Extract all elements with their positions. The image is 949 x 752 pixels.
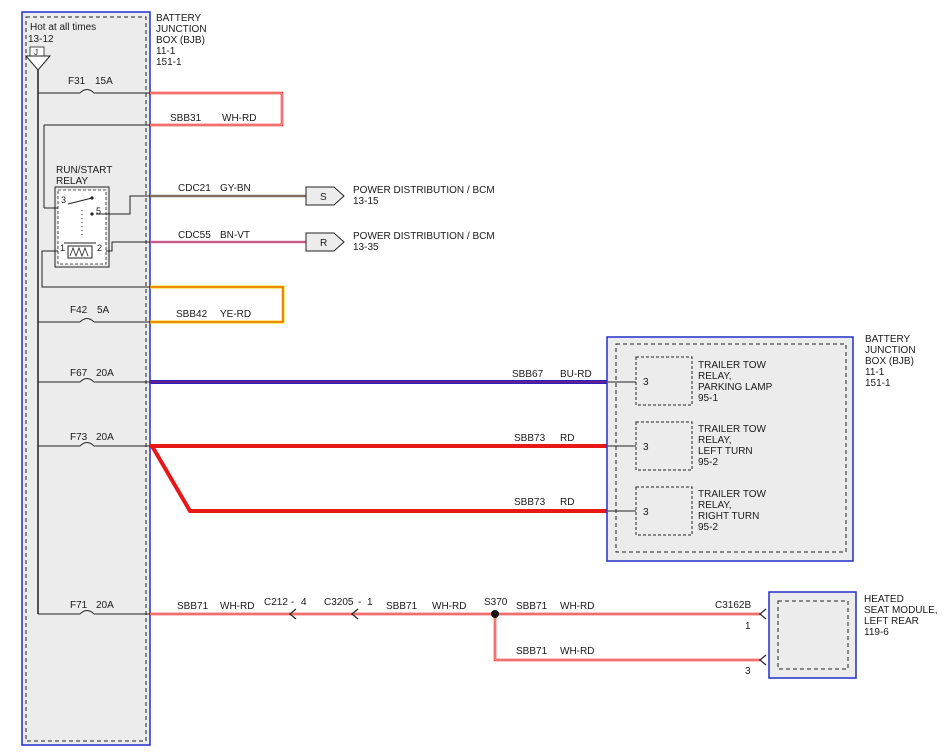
trailer-relay-right-pin: 3 xyxy=(643,507,649,518)
left-title-line: BATTERY xyxy=(156,13,202,24)
connector-c212-dash: - xyxy=(291,597,294,608)
connector-pin-3: 3 xyxy=(745,666,751,677)
wire-sbb73b-color: RD xyxy=(560,497,574,508)
fuse-f42-id: F42 xyxy=(70,305,88,316)
wire-sbb71d-circuit: SBB71 xyxy=(516,646,548,657)
trailer-relay-parking-line: PARKING LAMP xyxy=(698,382,773,393)
fuse-f71-rating: 20A xyxy=(96,600,114,611)
relay-title-line: RUN/START xyxy=(56,165,112,176)
relay-title-line: RELAY xyxy=(56,176,88,187)
trailer-relay-right-line: RIGHT TURN xyxy=(698,511,759,522)
wire-sbb73b-circuit: SBB73 xyxy=(514,497,546,508)
fuse-f67-rating: 20A xyxy=(96,368,114,379)
connector-pin-1: 1 xyxy=(745,621,751,632)
heated-seat-line: LEFT REAR xyxy=(864,616,919,627)
wire-sbb42 xyxy=(150,285,285,324)
connector-c3205-pin: 1 xyxy=(367,597,373,608)
wire-sbb42-color: YE-RD xyxy=(220,309,251,320)
trailer-relay-right-line: TRAILER TOW xyxy=(698,489,767,500)
wire-sbb31-circuit: SBB31 xyxy=(170,113,202,124)
connector-c3205-dash: - xyxy=(358,597,361,608)
trailer-relay-left-line: RELAY, xyxy=(698,435,732,446)
trailer-relay-parking-line: TRAILER TOW xyxy=(698,360,767,371)
connector-c3162b-pin1-chevron xyxy=(759,608,767,620)
wire-sbb31-color: WH-RD xyxy=(222,113,256,124)
fuse-f73-id: F73 xyxy=(70,432,88,443)
destination-r-line2: 13-35 xyxy=(353,242,379,253)
splice-s370 xyxy=(491,610,499,618)
wire-sbb67-color: BU-RD xyxy=(560,369,592,380)
left-bjb-title: BATTERY JUNCTION BOX (BJB) 11-1 151-1 xyxy=(156,13,207,68)
wire-sbb71c-color: WH-RD xyxy=(560,601,594,612)
trailer-relay-left-line: LEFT TURN xyxy=(698,446,753,457)
fuse-f67-id: F67 xyxy=(70,368,88,379)
left-title-line: JUNCTION xyxy=(156,24,207,35)
right-bjb-title: BATTERY JUNCTION BOX (BJB) 11-1 151-1 xyxy=(865,334,916,389)
fuse-f73-rating: 20A xyxy=(96,432,114,443)
wire-cdc21-color: GY-BN xyxy=(220,183,251,194)
heated-seat-module-inner xyxy=(777,600,849,670)
right-title-line: 151-1 xyxy=(865,378,891,389)
connector-c212-pin: 4 xyxy=(301,597,307,608)
destination-s-line1: POWER DISTRIBUTION / BCM xyxy=(353,185,495,196)
connector-c3162b-label: C3162B xyxy=(715,600,751,611)
hot-label: Hot at all times xyxy=(30,22,96,33)
wire-sbb71d-color: WH-RD xyxy=(560,646,594,657)
trailer-relay-parking-pin: 3 xyxy=(643,377,649,388)
wire-cdc55-circuit: CDC55 xyxy=(178,230,211,241)
trailer-relay-left-line: 95-2 xyxy=(698,457,718,468)
connector-s-letter: S xyxy=(320,192,327,203)
connector-c3162b-pin3-chevron xyxy=(759,654,767,666)
fuse-f71-id: F71 xyxy=(70,600,88,611)
heated-seat-line: SEAT MODULE, xyxy=(864,605,938,616)
wire-sbb42-circuit: SBB42 xyxy=(176,309,208,320)
heated-seat-line: HEATED xyxy=(864,594,904,605)
trailer-relay-parking-line: RELAY, xyxy=(698,371,732,382)
connector-c212-label: C212 xyxy=(264,597,288,608)
relay-pin-3: 3 xyxy=(61,195,66,205)
destination-s-line2: 13-15 xyxy=(353,196,379,207)
fuse-f31-rating: 15A xyxy=(95,76,113,87)
hot-ref: 13-12 xyxy=(28,34,54,45)
destination-r-line1: POWER DISTRIBUTION / BCM xyxy=(353,231,495,242)
connector-r-letter: R xyxy=(320,238,327,249)
wire-cdc55-color: BN-VT xyxy=(220,230,250,241)
right-title-line: BOX (BJB) xyxy=(865,356,914,367)
right-title-line: BATTERY xyxy=(865,334,911,345)
wire-cdc21-circuit: CDC21 xyxy=(178,183,211,194)
left-title-line: 11-1 xyxy=(156,46,176,57)
wire-sbb71b-color: WH-RD xyxy=(432,601,466,612)
splice-s370-label: S370 xyxy=(484,597,508,608)
wire-sbb71a-color: WH-RD xyxy=(220,601,254,612)
right-title-line: 11-1 xyxy=(865,367,885,378)
wire-sbb73a-color: RD xyxy=(560,433,574,444)
trailer-relay-left-line: TRAILER TOW xyxy=(698,424,767,435)
wire-sbb71a-circuit: SBB71 xyxy=(177,601,209,612)
wiring-diagram: Hot at all times 13-12 J BATTERY JUNCTIO… xyxy=(21,11,938,746)
wire-sbb73a-circuit: SBB73 xyxy=(514,433,546,444)
relay-pin-2: 2 xyxy=(97,243,102,253)
left-title-line: 151-1 xyxy=(156,57,182,68)
wire-sbb67-circuit: SBB67 xyxy=(512,369,544,380)
wire-sbb71-run xyxy=(150,612,760,662)
fuse-f42-rating: 5A xyxy=(97,305,110,316)
heated-seat-line: 119-6 xyxy=(864,627,889,638)
relay-pin-1: 1 xyxy=(60,243,65,253)
wire-sbb71b-circuit: SBB71 xyxy=(386,601,418,612)
trailer-relay-left-pin: 3 xyxy=(643,442,649,453)
trailer-relay-right-line: RELAY, xyxy=(698,500,732,511)
trailer-relay-right-line: 95-2 xyxy=(698,522,718,533)
wire-sbb71c-circuit: SBB71 xyxy=(516,601,548,612)
connector-c3205-label: C3205 xyxy=(324,597,354,608)
fuse-f31-id: F31 xyxy=(68,76,86,87)
trailer-relay-parking-line: 95-1 xyxy=(698,393,718,404)
left-title-line: BOX (BJB) xyxy=(156,35,205,46)
right-title-line: JUNCTION xyxy=(865,345,916,356)
